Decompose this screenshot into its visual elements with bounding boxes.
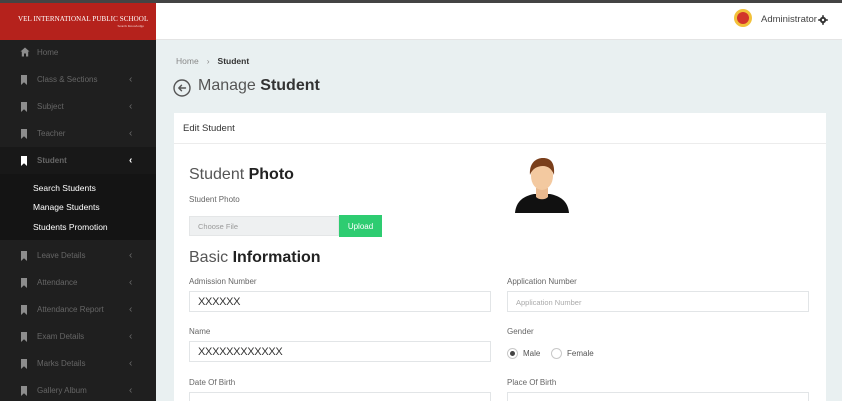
- chevron-left-icon: ‹: [129, 331, 133, 342]
- school-tagline: Search Knowledge: [117, 24, 144, 28]
- admission-number-label: Admission Number: [189, 277, 257, 286]
- sidebar-item-label: Subject: [37, 102, 64, 111]
- bookmark-icon: [20, 128, 29, 139]
- gear-icon[interactable]: [818, 15, 828, 25]
- back-arrow-icon[interactable]: [173, 79, 191, 97]
- bookmark-icon: [20, 155, 29, 166]
- sidebar-item-class-sections[interactable]: Class & Sections ‹: [0, 66, 156, 93]
- place-of-birth-input[interactable]: [507, 392, 809, 401]
- sidebar-item-label: Attendance: [37, 278, 78, 287]
- sidebar-item-marks-details[interactable]: Marks Details ‹: [0, 350, 156, 377]
- sidebar-item-teacher[interactable]: Teacher ‹: [0, 120, 156, 147]
- page-title-light: Manage: [198, 77, 261, 94]
- breadcrumb: Home › Student: [176, 56, 249, 66]
- sidebar-item-exam-details[interactable]: Exam Details ‹: [0, 323, 156, 350]
- place-of-birth-label: Place Of Birth: [507, 378, 557, 387]
- brand-logo[interactable]: VEL INTERNATIONAL PUBLIC SCHOOL Search K…: [0, 3, 156, 40]
- bookmark-icon: [20, 101, 29, 112]
- application-number-input[interactable]: Application Number: [507, 291, 809, 312]
- name-value: XXXXXXXXXXXX: [198, 346, 283, 358]
- sidebar-item-label: Marks Details: [37, 359, 86, 368]
- breadcrumb-home[interactable]: Home: [176, 56, 199, 66]
- gender-male-label[interactable]: Male: [523, 349, 540, 358]
- date-of-birth-label: Date Of Birth: [189, 378, 236, 387]
- basic-information-heading: Basic Information: [189, 249, 321, 267]
- page-title: Manage Student: [198, 77, 320, 95]
- admission-number-input[interactable]: XXXXXX: [189, 291, 491, 312]
- name-input[interactable]: XXXXXXXXXXXX: [189, 341, 491, 362]
- date-of-birth-input[interactable]: [189, 392, 491, 401]
- choose-file-input[interactable]: Choose File: [189, 216, 339, 236]
- bookmark-icon: [20, 331, 29, 342]
- admin-user-menu[interactable]: Administrator: [761, 14, 817, 25]
- bookmark-icon: [20, 250, 29, 261]
- gender-male-radio[interactable]: [507, 348, 518, 359]
- chevron-left-icon: ‹: [129, 250, 133, 261]
- sidebar-item-label: Attendance Report: [37, 305, 104, 314]
- gender-female-radio[interactable]: [551, 348, 562, 359]
- sidebar-item-label: Gallery Album: [37, 386, 87, 395]
- student-photo-label: Student Photo: [189, 195, 240, 204]
- card-header: Edit Student: [174, 113, 826, 144]
- sidebar-item-leave-details[interactable]: Leave Details ‹: [0, 242, 156, 269]
- submenu-search-students[interactable]: Search Students: [33, 183, 96, 193]
- heading-light: Basic: [189, 249, 233, 266]
- student-photo-heading: Student Photo: [189, 166, 294, 184]
- sidebar-item-label: Class & Sections: [37, 75, 98, 84]
- sidebar-item-label: Leave Details: [37, 251, 86, 260]
- file-placeholder: Choose File: [198, 222, 239, 231]
- top-header: Administrator: [156, 3, 842, 40]
- heading-bold: Photo: [248, 166, 294, 183]
- submenu-students-promotion[interactable]: Students Promotion: [33, 222, 108, 232]
- student-submenu: Search Students Manage Students Students…: [0, 174, 156, 240]
- chevron-left-icon: ‹: [129, 277, 133, 288]
- heading-bold: Information: [232, 249, 321, 266]
- sidebar-item-label: Teacher: [37, 129, 66, 138]
- breadcrumb-separator: ›: [206, 56, 210, 66]
- home-icon: [20, 47, 30, 58]
- chevron-left-icon: ‹: [129, 101, 133, 112]
- name-label: Name: [189, 327, 211, 336]
- bookmark-icon: [20, 385, 29, 396]
- sidebar-item-student[interactable]: Student ‹: [0, 147, 156, 174]
- page-title-bold: Student: [260, 77, 320, 94]
- sidebar-item-attendance-report[interactable]: Attendance Report ‹: [0, 296, 156, 323]
- breadcrumb-current: Student: [217, 56, 250, 66]
- heading-light: Student: [189, 166, 249, 183]
- chevron-left-icon: ‹: [129, 74, 133, 85]
- chevron-left-icon: ‹: [129, 128, 133, 139]
- application-number-label: Application Number: [507, 277, 577, 286]
- admission-number-value: XXXXXX: [198, 296, 241, 308]
- sidebar-item-subject[interactable]: Subject ‹: [0, 93, 156, 120]
- sidebar-item-label: Exam Details: [37, 332, 85, 341]
- school-name: VEL INTERNATIONAL PUBLIC SCHOOL: [18, 15, 149, 23]
- chevron-left-icon: ‹: [129, 155, 133, 166]
- sidebar-item-gallery-album[interactable]: Gallery Album ‹: [0, 377, 156, 401]
- gender-female-label[interactable]: Female: [567, 349, 594, 358]
- bookmark-icon: [20, 358, 29, 369]
- bookmark-icon: [20, 304, 29, 315]
- sidebar-item-label: Student: [37, 156, 67, 165]
- upload-button[interactable]: Upload: [339, 215, 382, 237]
- gender-label: Gender: [507, 327, 534, 336]
- submenu-manage-students[interactable]: Manage Students: [33, 202, 100, 212]
- bookmark-icon: [20, 74, 29, 85]
- sidebar-item-label: Home: [37, 48, 59, 57]
- admin-avatar-icon[interactable]: [734, 9, 752, 27]
- sidebar-item-home[interactable]: Home: [0, 39, 156, 66]
- chevron-left-icon: ‹: [129, 385, 133, 396]
- chevron-left-icon: ‹: [129, 358, 133, 369]
- sidebar-item-attendance[interactable]: Attendance ‹: [0, 269, 156, 296]
- student-avatar-icon: [515, 158, 569, 213]
- bookmark-icon: [20, 277, 29, 288]
- chevron-left-icon: ‹: [129, 304, 133, 315]
- application-number-placeholder: Application Number: [516, 298, 582, 307]
- card-title: Edit Student: [183, 123, 235, 134]
